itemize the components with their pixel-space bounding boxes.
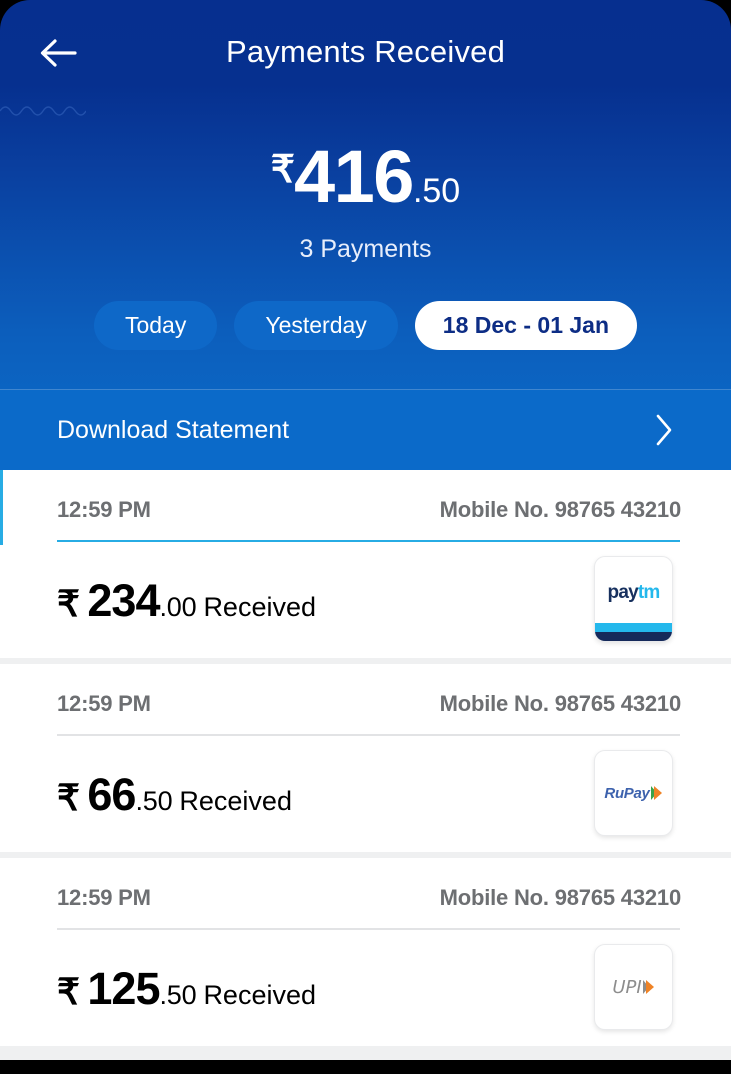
transaction-row[interactable]: 12:59 PM Mobile No. 98765 43210 ₹125.50 R… — [0, 858, 731, 1046]
transaction-time: 12:59 PM — [57, 691, 151, 716]
payments-count: 3 Payments — [299, 235, 432, 263]
rupay-logo-icon: RuPay — [604, 785, 662, 802]
payment-brand-rupay: RuPay — [594, 750, 673, 836]
transaction-currency-symbol: ₹ — [57, 583, 80, 624]
bottom-system-bar — [0, 1060, 731, 1074]
transaction-divider — [57, 928, 680, 930]
upi-arrow-icon — [642, 980, 654, 994]
filter-chip-date-range-label: 18 Dec - 01 Jan — [442, 312, 610, 338]
total-amount: ₹416.50 — [0, 134, 731, 219]
transaction-amount-decimal: .50 — [159, 980, 197, 1010]
chevron-right-icon — [653, 413, 675, 447]
transaction-divider — [57, 540, 680, 542]
transaction-amount: ₹125.50 Received — [57, 963, 316, 1015]
paytm-logo-pay: pay — [607, 582, 639, 603]
rupay-logo-label: RuPay — [604, 784, 650, 802]
download-statement-row[interactable]: Download Statement — [0, 390, 731, 470]
filter-chip-today-label: Today — [124, 312, 187, 338]
download-statement-label: Download Statement — [57, 415, 290, 444]
upi-logo-label: UPI — [612, 976, 642, 998]
paytm-navy-bar — [595, 632, 672, 641]
hero-section: Payments Received ₹416.50 3 Payments Tod… — [0, 0, 731, 470]
filter-chip-group: Today Yesterday 18 Dec - 01 Jan — [0, 301, 731, 350]
wave-decoration-icon — [0, 106, 86, 116]
transaction-amount-decimal: .50 — [135, 786, 173, 816]
transaction-meta: 12:59 PM Mobile No. 98765 43210 — [57, 885, 681, 911]
transaction-amount-major: 66 — [87, 769, 136, 820]
paytm-logo-tm: tm — [637, 582, 660, 603]
transaction-amount: ₹234.00 Received — [57, 575, 316, 627]
total-amount-major: 416 — [293, 135, 414, 218]
transaction-list: 12:59 PM Mobile No. 98765 43210 ₹234.00 R… — [0, 470, 731, 1060]
transaction-time: 12:59 PM — [57, 885, 151, 910]
transaction-divider — [57, 734, 680, 736]
paytm-logo-icon: paytm — [595, 557, 672, 641]
back-button[interactable] — [36, 31, 80, 75]
transaction-amount-major: 125 — [87, 963, 160, 1014]
filter-chip-date-range[interactable]: 18 Dec - 01 Jan — [414, 301, 638, 350]
filter-chip-yesterday[interactable]: Yesterday — [234, 301, 398, 350]
arrow-left-icon — [40, 39, 77, 67]
page-title: Payments Received — [225, 34, 506, 69]
transaction-status: Received — [203, 592, 316, 622]
top-bar: Payments Received — [0, 0, 731, 104]
transaction-row[interactable]: 12:59 PM Mobile No. 98765 43210 ₹234.00 R… — [0, 470, 731, 658]
rupay-arrow-icon — [650, 786, 662, 800]
transaction-amount-decimal: .00 — [159, 592, 197, 622]
transaction-row[interactable]: 12:59 PM Mobile No. 98765 43210 ₹66.50 Re… — [0, 664, 731, 852]
transaction-mobile: Mobile No. 98765 43210 — [439, 691, 682, 716]
app-screen: Payments Received ₹416.50 3 Payments Tod… — [0, 0, 731, 1074]
filter-chip-today[interactable]: Today — [93, 301, 218, 350]
paytm-cyan-bar — [595, 623, 672, 632]
transaction-amount: ₹66.50 Received — [57, 769, 292, 821]
transaction-meta: 12:59 PM Mobile No. 98765 43210 — [57, 497, 681, 523]
payment-brand-paytm: paytm — [594, 556, 673, 642]
filter-chip-yesterday-label: Yesterday — [265, 312, 367, 338]
payment-brand-upi: UPI — [594, 944, 673, 1030]
transaction-mobile: Mobile No. 98765 43210 — [439, 497, 682, 522]
transaction-meta: 12:59 PM Mobile No. 98765 43210 — [57, 691, 681, 717]
transaction-amount-major: 234 — [87, 575, 160, 626]
total-amount-decimal: .50 — [412, 172, 461, 210]
transaction-currency-symbol: ₹ — [57, 971, 80, 1012]
total-currency-symbol: ₹ — [270, 149, 295, 191]
transaction-status: Received — [179, 786, 292, 816]
transaction-mobile: Mobile No. 98765 43210 — [439, 885, 682, 910]
upi-logo-icon: UPI — [612, 977, 654, 998]
transaction-status: Received — [203, 980, 316, 1010]
transaction-time: 12:59 PM — [57, 497, 151, 522]
transaction-currency-symbol: ₹ — [57, 777, 80, 818]
